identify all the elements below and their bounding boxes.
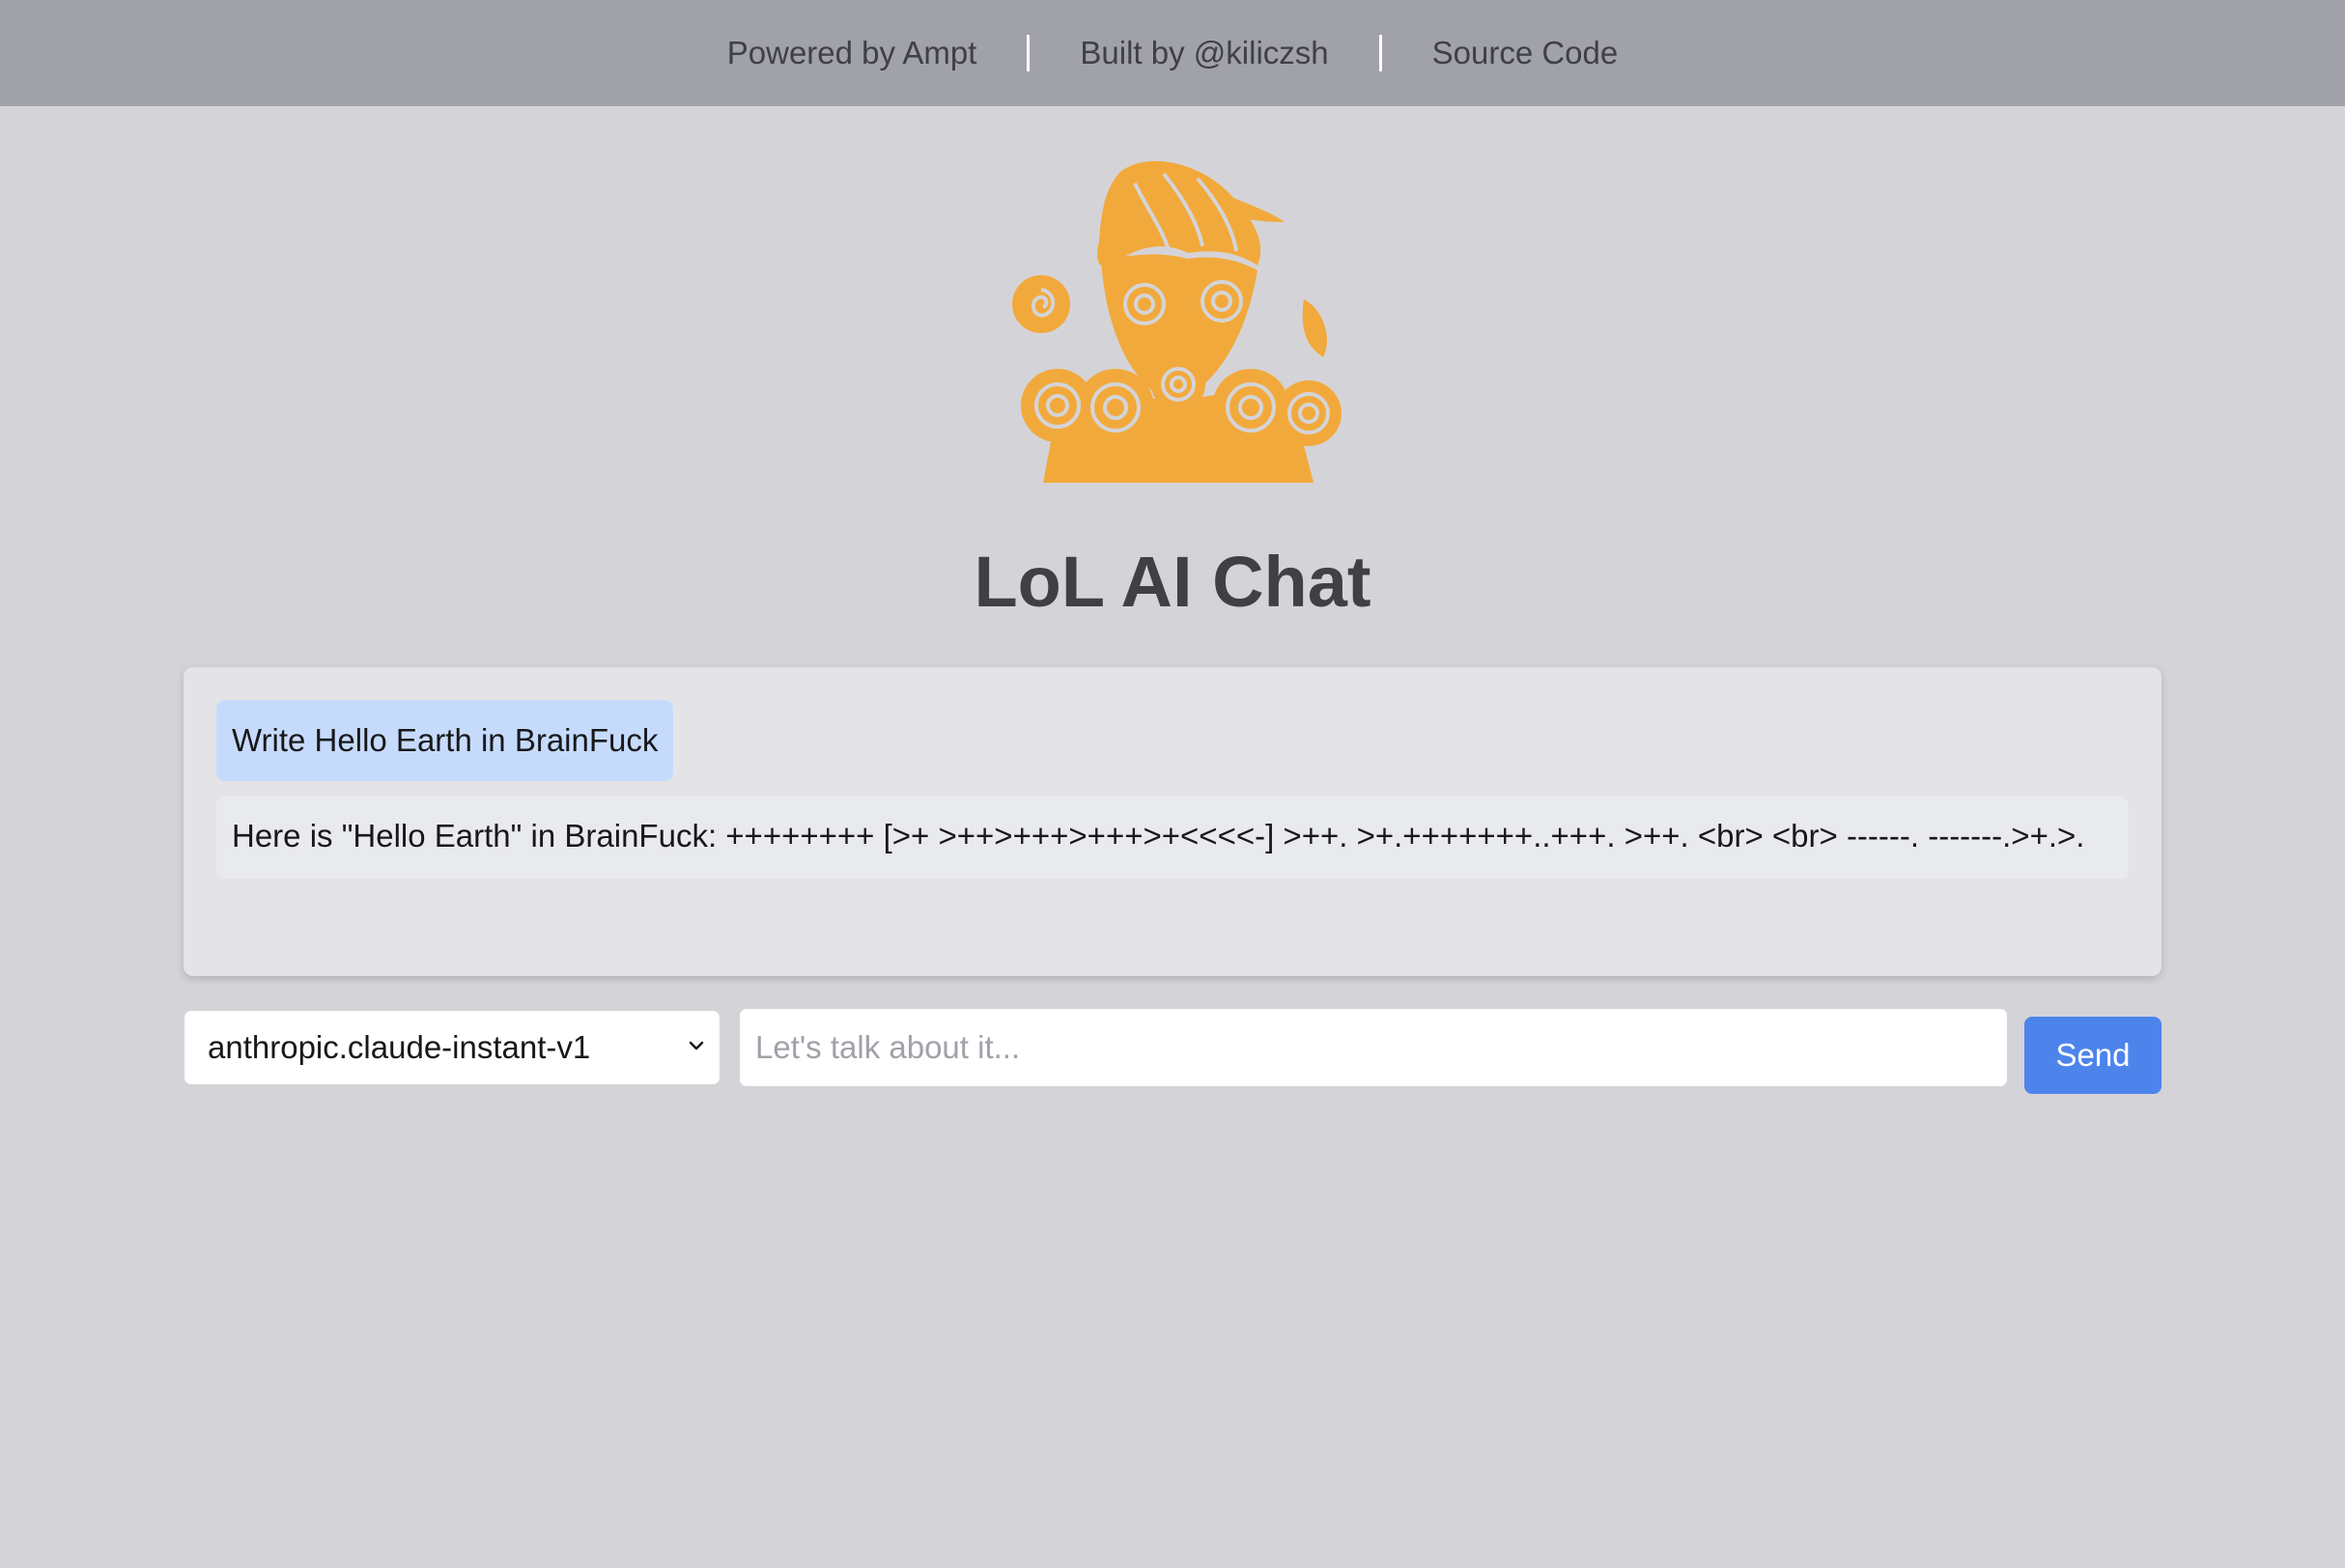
- message-input[interactable]: [739, 1008, 2008, 1087]
- chat-history-panel: Write Hello Earth in BrainFuck Here is "…: [184, 667, 2161, 976]
- powered-by-link[interactable]: Powered by Ampt: [677, 34, 1028, 72]
- built-by-link[interactable]: Built by @kiliczsh: [1030, 34, 1378, 72]
- source-code-link[interactable]: Source Code: [1382, 34, 1669, 72]
- app-logo-icon: [1012, 160, 1342, 483]
- send-button[interactable]: Send: [2024, 1017, 2161, 1094]
- user-message: Write Hello Earth in BrainFuck: [216, 700, 674, 781]
- model-select-value: anthropic.claude-instant-v1: [208, 1029, 591, 1065]
- chevron-down-icon: [689, 1041, 704, 1050]
- top-nav-bar: Powered by Ampt Built by @kiliczsh Sourc…: [0, 0, 2345, 106]
- assistant-message: Here is "Hello Earth" in BrainFuck: ++++…: [216, 797, 2129, 879]
- chat-input-bar: anthropic.claude-instant-v1 Send: [184, 1008, 2161, 1095]
- model-select[interactable]: anthropic.claude-instant-v1: [184, 1010, 720, 1085]
- page-title: LoL AI Chat: [974, 542, 1371, 622]
